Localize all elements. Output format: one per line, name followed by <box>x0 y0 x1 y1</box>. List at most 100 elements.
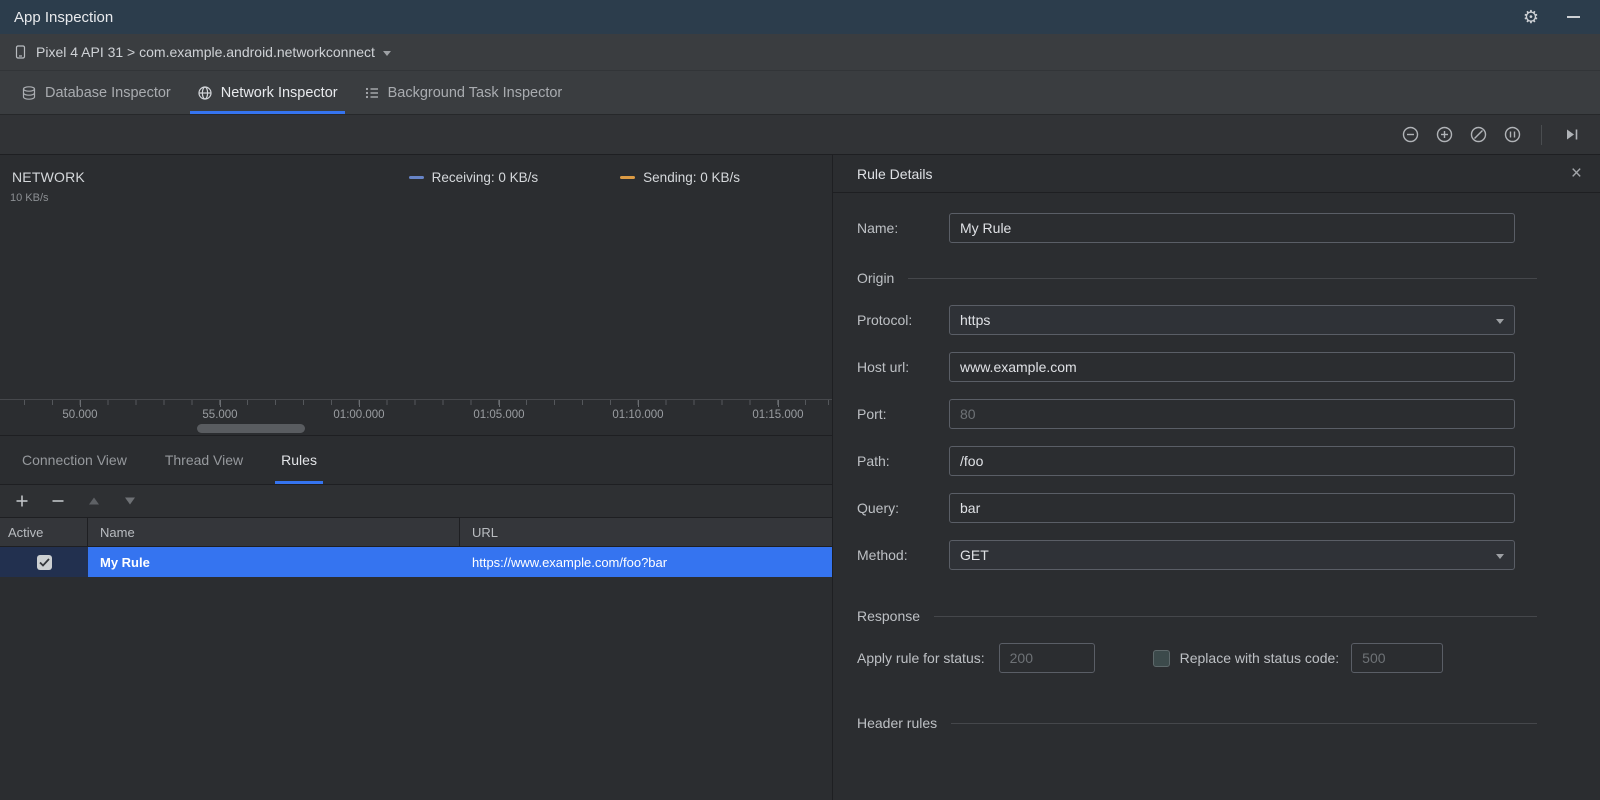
toolbar-separator <box>1541 124 1542 145</box>
path-row: Path: <box>857 446 1600 476</box>
jump-to-live-icon[interactable] <box>1558 122 1584 148</box>
device-phone-icon <box>15 45 26 59</box>
replace-status-checkbox[interactable] <box>1152 649 1170 667</box>
timeline-toolbar <box>0 115 1600 155</box>
network-pane: NETWORK Receiving: 0 KB/s Sending: 0 KB/… <box>0 155 833 800</box>
zoom-out-icon[interactable] <box>1397 122 1423 148</box>
legend-sending: Sending: 0 KB/s <box>620 170 740 185</box>
query-label: Query: <box>857 500 900 516</box>
tab-label: Rules <box>281 452 317 468</box>
move-up-button[interactable] <box>86 493 102 509</box>
method-row: Method: GET <box>857 540 1600 570</box>
network-chart[interactable]: NETWORK Receiving: 0 KB/s Sending: 0 KB/… <box>0 155 832 435</box>
name-row: Name: <box>857 213 1600 243</box>
time-tick-label: 50.000 <box>62 409 98 421</box>
tab-background-task-inspector[interactable]: Background Task Inspector <box>351 71 576 114</box>
major-tick <box>499 400 500 407</box>
globe-icon <box>198 85 212 100</box>
major-tick <box>638 400 639 407</box>
chart-title: NETWORK <box>12 169 85 185</box>
app-inspection-window: App Inspection ⚙ Pixel 4 API 31 > com.ex… <box>0 0 1600 800</box>
name-field[interactable] <box>949 213 1515 243</box>
device-process-label: Pixel 4 API 31 > com.example.android.net… <box>36 44 375 60</box>
tab-thread-view[interactable]: Thread View <box>159 436 249 484</box>
database-icon <box>22 85 36 100</box>
host-row: Host url: <box>857 352 1600 382</box>
major-tick <box>220 400 221 407</box>
protocol-row: Protocol: https <box>857 305 1600 335</box>
title-bar: App Inspection ⚙ <box>0 0 1600 34</box>
tab-label: Connection View <box>22 452 127 468</box>
chart-plot-area[interactable] <box>0 204 832 399</box>
check-icon <box>38 557 50 567</box>
query-field[interactable] <box>949 493 1515 523</box>
column-header-active[interactable]: Active <box>0 518 88 546</box>
rule-name-cell: My Rule <box>88 547 460 577</box>
time-tick-label: 55.000 <box>202 409 238 421</box>
protocol-dropdown[interactable]: https <box>949 305 1515 335</box>
time-tick-label: 01:15.000 <box>752 409 804 421</box>
apply-status-label: Apply rule for status: <box>857 650 985 666</box>
reset-zoom-icon[interactable] <box>1465 122 1491 148</box>
minor-ticks <box>0 400 832 405</box>
column-header-name[interactable]: Name <box>88 518 460 546</box>
gear-icon[interactable]: ⚙ <box>1523 8 1539 26</box>
rules-toolbar <box>0 485 832 518</box>
tab-label: Thread View <box>164 452 244 468</box>
major-tick <box>778 400 779 407</box>
minimize-icon[interactable] <box>1567 16 1580 18</box>
section-label: Origin <box>857 270 895 286</box>
tab-database-inspector[interactable]: Database Inspector <box>8 71 184 114</box>
legend-receiving: Receiving: 0 KB/s <box>408 170 538 185</box>
rule-active-checkbox[interactable] <box>36 554 52 570</box>
apply-status-field[interactable] <box>998 643 1095 673</box>
add-rule-button[interactable] <box>14 493 30 509</box>
path-field[interactable] <box>949 446 1515 476</box>
tab-network-inspector[interactable]: Network Inspector <box>184 71 351 114</box>
path-label: Path: <box>857 453 890 469</box>
protocol-label: Protocol: <box>857 312 913 328</box>
tab-connection-view[interactable]: Connection View <box>16 436 133 484</box>
main-split: NETWORK Receiving: 0 KB/s Sending: 0 KB/… <box>0 155 1600 800</box>
y-axis-top-label: 10 KB/s <box>10 192 49 204</box>
replace-status-label: Replace with status code: <box>1179 650 1340 666</box>
active-cell <box>0 547 88 577</box>
close-icon[interactable]: × <box>1571 164 1582 183</box>
response-section-header: Response <box>857 608 1537 624</box>
name-label: Name: <box>857 220 899 236</box>
major-tick <box>359 400 360 407</box>
section-label: Response <box>857 608 921 624</box>
rule-table-row[interactable]: My Rule https://www.example.com/foo?bar <box>0 547 832 577</box>
header-rules-section-header: Header rules <box>857 715 1537 731</box>
time-axis: 50.000 55.000 01:00.000 01:05.000 01:10.… <box>0 399 832 435</box>
tab-label: Network Inspector <box>220 84 338 101</box>
sending-swatch <box>620 175 636 179</box>
chevron-down-icon <box>1496 553 1504 559</box>
rules-table-empty-area <box>0 577 832 800</box>
panel-title: Rule Details <box>857 165 933 182</box>
move-down-button[interactable] <box>122 493 138 509</box>
column-header-url[interactable]: URL <box>460 518 832 546</box>
zoom-to-selection-icon[interactable] <box>1499 122 1525 148</box>
device-selector-bar[interactable]: Pixel 4 API 31 > com.example.android.net… <box>0 34 1600 71</box>
zoom-in-icon[interactable] <box>1431 122 1457 148</box>
remove-rule-button[interactable] <box>50 493 66 509</box>
time-tick-label: 01:10.000 <box>612 409 664 421</box>
chart-header: NETWORK Receiving: 0 KB/s Sending: 0 KB/… <box>0 155 832 185</box>
chevron-down-icon <box>382 50 391 56</box>
protocol-value: https <box>960 312 991 328</box>
port-field[interactable] <box>949 399 1515 429</box>
timeline-scrollbar-thumb[interactable] <box>197 424 305 433</box>
host-url-field[interactable] <box>949 352 1515 382</box>
rules-table-header: Active Name URL <box>0 518 832 547</box>
rule-details-header: Rule Details × <box>833 155 1600 193</box>
replace-status-field[interactable] <box>1351 643 1444 673</box>
inspector-tab-bar: Database Inspector Network Inspector Bac… <box>0 71 1600 115</box>
method-label: Method: <box>857 547 908 563</box>
major-tick <box>80 400 81 407</box>
view-tab-bar: Connection View Thread View Rules <box>0 435 832 485</box>
rule-details-form: Name: Origin Protocol: https Host url: <box>833 193 1600 800</box>
rule-url-cell: https://www.example.com/foo?bar <box>460 547 832 577</box>
tab-rules[interactable]: Rules <box>275 436 323 484</box>
method-dropdown[interactable]: GET <box>949 540 1515 570</box>
